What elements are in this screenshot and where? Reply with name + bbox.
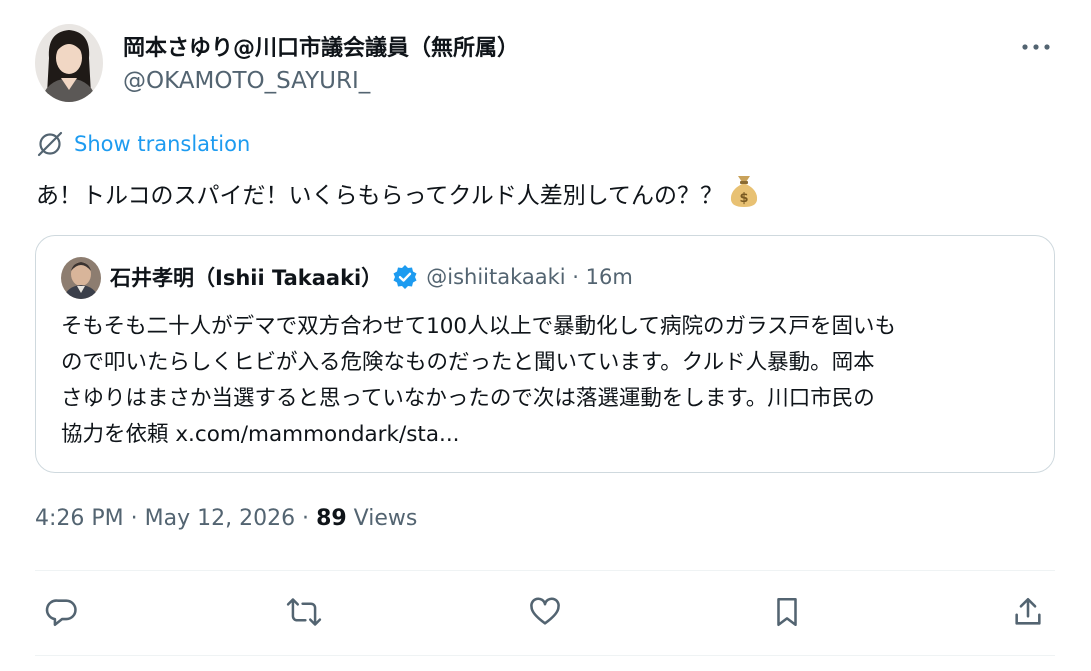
author-avatar[interactable] bbox=[35, 24, 103, 102]
share-button[interactable] bbox=[1006, 590, 1050, 634]
show-translation-label[interactable]: Show translation bbox=[74, 132, 250, 156]
like-icon bbox=[530, 597, 560, 625]
verified-badge-icon bbox=[392, 264, 418, 290]
bookmark-icon bbox=[777, 597, 797, 627]
quoted-author-name: 石井孝明（Ishii Takaaki） bbox=[110, 266, 383, 290]
divider bbox=[35, 655, 1055, 656]
tweet-text: あ！トルコのスパイだ！いくらもらってクルド人差別してんの？？ $ bbox=[36, 172, 761, 220]
views-count: 89 bbox=[316, 506, 347, 531]
tweet-timestamp[interactable]: 4:26 PM · May 12, 2026 · bbox=[35, 506, 316, 531]
quoted-text-line: そもそも二十人がデマで双方合わせて100人以上で暴動化して病院のガラス戸を固いも bbox=[61, 314, 897, 339]
divider bbox=[35, 570, 1055, 571]
bookmark-button[interactable] bbox=[765, 590, 809, 634]
author-handle[interactable]: @OKAMOTO_SAYURI_ bbox=[123, 68, 370, 94]
more-options-button[interactable] bbox=[1016, 34, 1056, 60]
svg-text:$: $ bbox=[739, 191, 748, 206]
views-label: Views bbox=[346, 506, 418, 531]
retweet-icon bbox=[286, 598, 322, 626]
more-horizontal-icon bbox=[1022, 44, 1050, 50]
quoted-text-line: 協力を依頼 x.com/mammondark/sta... bbox=[61, 422, 460, 447]
quoted-tweet-card[interactable]: 石井孝明（Ishii Takaaki） @ishiitakaaki · 16m … bbox=[35, 235, 1055, 473]
translate-globe-icon bbox=[37, 131, 63, 157]
like-button[interactable] bbox=[523, 590, 567, 634]
money-bag-icon: $ bbox=[727, 172, 761, 220]
reply-button[interactable] bbox=[40, 590, 84, 634]
author-display-name[interactable]: 岡本さゆり@川口市議会議員（無所属） bbox=[123, 30, 519, 62]
quoted-author-avatar bbox=[61, 257, 101, 299]
tweet-meta: 4:26 PM · May 12, 2026 · 89 Views bbox=[35, 506, 417, 531]
quoted-text-line: さゆりはまさか当選すると思っていなかったので次は落選運動をします。川口市民の bbox=[61, 386, 875, 411]
tweet-text-content: あ！トルコのスパイだ！いくらもらってクルド人差別してんの？？ bbox=[36, 183, 724, 209]
quoted-tweet-text: そもそも二十人がデマで双方合わせて100人以上で暴動化して病院のガラス戸を固いも… bbox=[61, 309, 1046, 453]
share-icon bbox=[1015, 597, 1041, 625]
quoted-handle-time: @ishiitakaaki · 16m bbox=[426, 265, 633, 289]
action-bar bbox=[0, 590, 1091, 634]
quoted-text-line: ので叩いたらしくヒビが入る危険なものだったと聞いています。クルド人暴動。岡本 bbox=[61, 350, 875, 375]
show-translation[interactable]: Show translation bbox=[36, 130, 250, 158]
reply-icon bbox=[45, 599, 77, 627]
quoted-header: 石井孝明（Ishii Takaaki） @ishiitakaaki · 16m bbox=[110, 262, 633, 292]
retweet-button[interactable] bbox=[282, 590, 326, 634]
